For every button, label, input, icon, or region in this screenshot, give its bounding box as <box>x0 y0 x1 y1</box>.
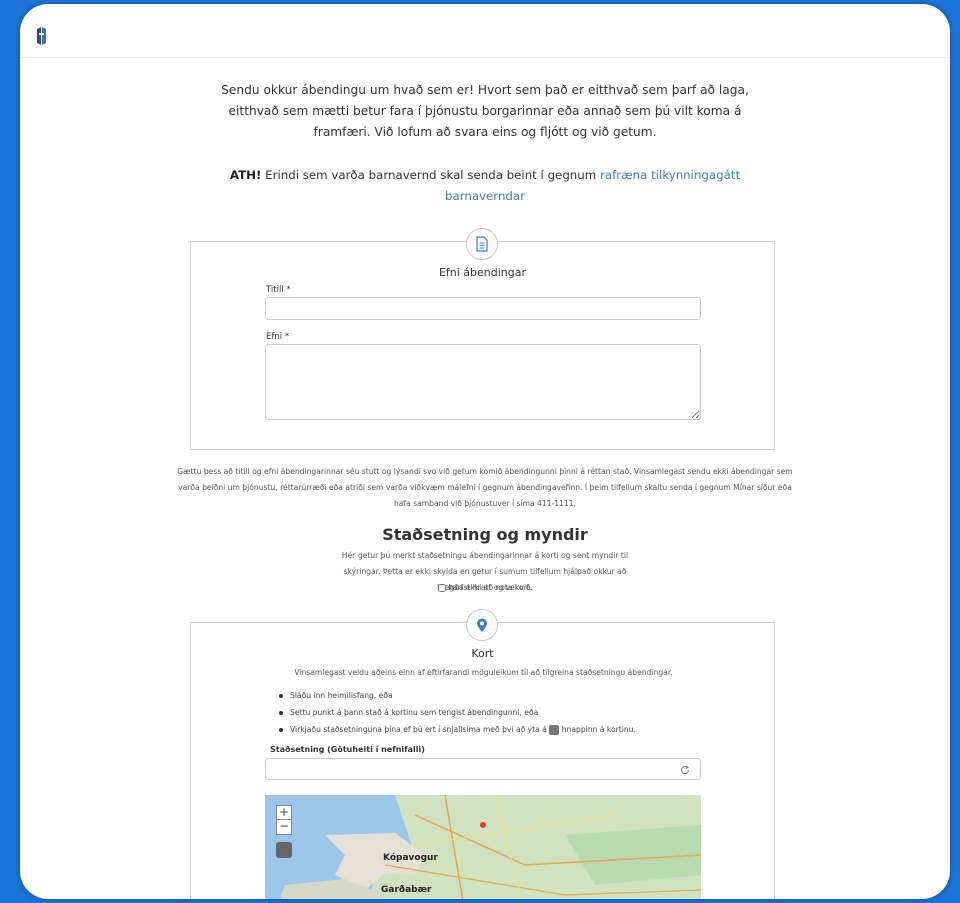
body-label: Efni * <box>266 332 290 342</box>
guidance-text: Gættu þess að titill og efni ábendingari… <box>177 467 793 508</box>
notice-text: Erindi sem varða barnavernd skal senda b… <box>261 168 601 182</box>
map[interactable]: + − Kópavogur Garðabær <box>265 795 701 899</box>
map-label-kopavogur: Kópavogur <box>383 853 438 863</box>
map-section: Kort Vinsamlegast veldu aðeins einn af e… <box>190 609 775 899</box>
title-label: Titill * <box>266 285 291 295</box>
map-instruction: Vinsamlegast veldu aðeins einn af eftirf… <box>294 668 673 677</box>
main-content: Sendu okkur ábendingu um hvað sem er! Hv… <box>20 58 950 899</box>
map-pin-icon <box>466 609 498 641</box>
option-gps-after: hnappinn á kortinu. <box>561 725 636 734</box>
address-select[interactable] <box>265 758 701 780</box>
section-title-efni: Efni ábendingar <box>438 266 527 279</box>
notice-bold: ATH! <box>229 168 262 182</box>
geolocate-button[interactable] <box>276 842 292 858</box>
subject-section: Efni ábendingar Titill * Efni * <box>190 228 775 450</box>
map-label-gardabaer: Garðabær <box>381 885 432 895</box>
barnavernd-notice: ATH! Erindi sem varða barnavernd skal se… <box>205 165 765 207</box>
location-options: Sláðu inn heimilisfang, eða Settu punkt … <box>276 687 636 738</box>
map-tiles <box>265 795 701 899</box>
page-frame: Sendu okkur ábendingu um hvað sem er! Hv… <box>20 4 950 899</box>
location-heading: Staðsetning og myndir <box>382 525 588 544</box>
intro-text: Sendu okkur ábendingu um hvað sem er! Hv… <box>221 83 749 139</box>
option-point: Settu punkt á þann stað á kortinu sem te… <box>276 704 636 721</box>
option-gps: Virkjaðu staðsetninguna þína ef þú ert í… <box>276 721 636 738</box>
zoom-out-button[interactable]: − <box>277 820 291 834</box>
zoom-control: + − <box>276 805 292 835</box>
document-icon <box>466 228 498 260</box>
title-input[interactable] <box>265 297 701 320</box>
no-map-label: Þarf ekki að nota kort. <box>448 583 533 592</box>
body-textarea[interactable] <box>265 344 701 420</box>
logo-icon[interactable] <box>34 26 48 46</box>
section-title-kort: Kort <box>471 647 494 660</box>
refresh-icon[interactable] <box>680 765 690 775</box>
no-map-checkbox[interactable] <box>437 584 446 592</box>
top-bar <box>20 4 950 58</box>
option-address: Sláðu inn heimilisfang, eða <box>276 687 636 704</box>
option-gps-before: Virkjaðu staðsetninguna þína ef þú ert í… <box>290 725 547 734</box>
address-label: Staðsetning (Götuheiti í nefnifalli) <box>270 745 425 754</box>
no-map-option[interactable]: Þarf ekki að nota kort. <box>20 580 950 596</box>
zoom-in-button[interactable]: + <box>277 806 291 820</box>
locate-icon <box>549 725 560 735</box>
